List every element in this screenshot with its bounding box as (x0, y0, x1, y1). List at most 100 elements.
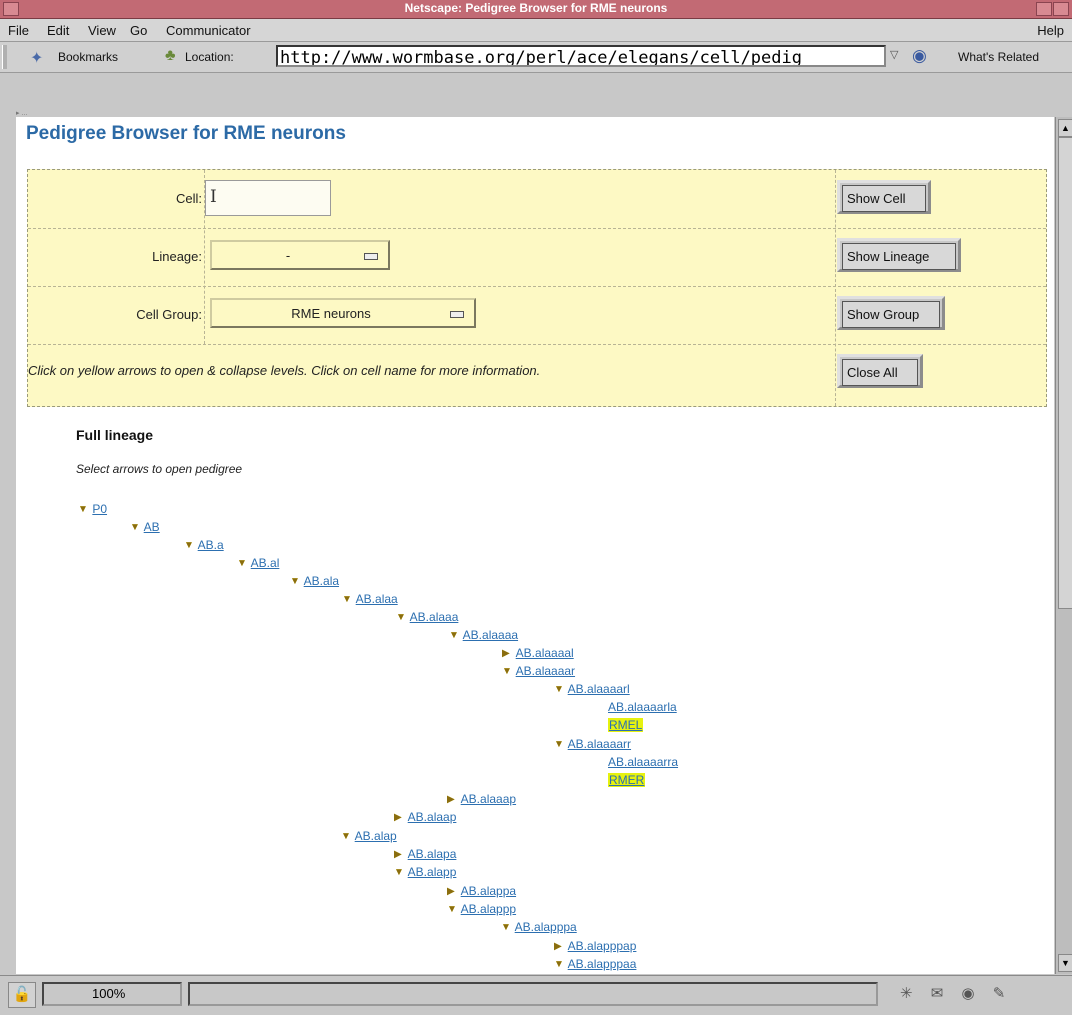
scroll-down-icon[interactable]: ▼ (1058, 954, 1072, 972)
cell-link[interactable]: AB.alap (355, 829, 397, 843)
window-title: Netscape: Pedigree Browser for RME neuro… (404, 1, 668, 15)
cell-link[interactable]: AB.alaaaa (463, 628, 518, 642)
cell-link[interactable]: AB.alappa (461, 884, 516, 898)
maximize-button[interactable] (1053, 2, 1069, 16)
tree-node: ▼ AB.alaaa (396, 610, 458, 624)
expand-arrow-icon[interactable]: ▶ (447, 794, 458, 805)
menu-help[interactable]: Help (1037, 23, 1064, 38)
menu-file[interactable]: File (8, 23, 29, 38)
collapse-arrow-icon[interactable]: ▼ (290, 576, 301, 587)
toolbar-grip[interactable] (2, 45, 7, 69)
composer-icon[interactable]: ✎ (993, 984, 1006, 1002)
cell-link[interactable]: AB (144, 520, 160, 534)
cell-link[interactable]: AB.alaa (356, 592, 398, 606)
collapse-arrow-icon[interactable]: ▼ (449, 630, 460, 641)
cell-link[interactable]: AB.alapppaa (568, 957, 637, 971)
option-menu-icon (364, 253, 378, 260)
lock-icon[interactable]: 🔓 (8, 982, 36, 1008)
tree-node: ▶ AB.alaaap (447, 792, 516, 806)
cell-link[interactable]: AB.alaap (408, 810, 457, 824)
menu-view[interactable]: View (88, 23, 116, 38)
collapse-arrow-icon[interactable]: ▼ (394, 867, 405, 878)
cell-link[interactable]: AB.alaaaarl (568, 682, 630, 696)
cell-link[interactable]: AB.alaaaar (516, 664, 575, 678)
whats-related-button[interactable]: What's Related (958, 50, 1039, 64)
tree-node: ▶ AB.alappa (447, 884, 516, 898)
menu-bar: File Edit View Go Communicator Help (0, 19, 1072, 42)
collapse-arrow-icon[interactable]: ▼ (447, 904, 458, 915)
cell-link[interactable]: AB.al (251, 556, 280, 570)
cell-link[interactable]: AB.alaaaarra (608, 755, 678, 769)
navigator-icon[interactable]: ✳ (900, 984, 913, 1002)
cell-link[interactable]: AB.alaaaal (516, 646, 574, 660)
hint-row: Click on yellow arrows to open & collaps… (28, 344, 1046, 406)
expand-arrow-icon[interactable]: ▶ (502, 648, 513, 659)
close-all-button[interactable]: Close All (837, 354, 923, 388)
cell-link[interactable]: AB.alapppap (568, 939, 637, 953)
tree-node: ▼ AB (130, 520, 160, 534)
url-dropdown-icon[interactable]: ▽ (890, 48, 904, 66)
collapse-arrow-icon[interactable]: ▼ (341, 831, 352, 842)
bookmarks-button[interactable]: Bookmarks (58, 50, 118, 64)
lineage-subheading: Select arrows to open pedigree (76, 462, 243, 476)
collapse-arrow-icon[interactable]: ▼ (237, 558, 248, 569)
mail-icon[interactable]: ✉ (931, 984, 944, 1002)
lineage-select[interactable]: - (210, 240, 390, 270)
lineage-label: Lineage: (152, 249, 202, 264)
bookmarks-icon[interactable]: ✦ (30, 48, 43, 68)
location-label: Location: (185, 50, 234, 64)
status-message (188, 982, 878, 1006)
cell-link[interactable]: AB.alaaaarr (568, 737, 631, 751)
component-bar-icons: ✳ ✉ ◉ ✎ (900, 984, 1019, 1002)
expand-arrow-icon[interactable]: ▶ (394, 849, 405, 860)
cell-link[interactable]: AB.a (198, 538, 224, 552)
cell-link[interactable]: AB.alapp (408, 865, 457, 879)
show-lineage-button[interactable]: Show Lineage (837, 238, 961, 272)
minimize-button[interactable] (1036, 2, 1052, 16)
tree-node: ▼ AB.alaaaar (502, 664, 575, 678)
lineage-heading: Full lineage (76, 427, 154, 443)
scroll-thumb[interactable] (1058, 137, 1072, 609)
cell-link[interactable]: AB.alappp (461, 902, 516, 916)
collapse-arrow-icon[interactable]: ▼ (78, 504, 89, 515)
cell-link[interactable]: RMEL (608, 718, 644, 732)
expand-arrow-icon[interactable]: ▶ (447, 886, 458, 897)
cell-link[interactable]: AB.alaaaarla (608, 700, 677, 714)
tree-node: RMER (608, 773, 646, 787)
show-cell-button[interactable]: Show Cell (837, 180, 931, 214)
whats-related-icon[interactable]: ◉ (912, 46, 927, 66)
cell-link[interactable]: AB.alapppa (515, 920, 577, 934)
window-titlebar: Netscape: Pedigree Browser for RME neuro… (0, 0, 1072, 19)
cell-link[interactable]: AB.alaaap (461, 792, 516, 806)
scroll-up-icon[interactable]: ▲ (1058, 119, 1072, 137)
cell-input[interactable]: I (205, 180, 331, 216)
groups-icon[interactable]: ◉ (962, 984, 975, 1002)
collapse-arrow-icon[interactable]: ▼ (502, 666, 513, 677)
page-content: Pedigree Browser for RME neurons Cell: I… (16, 117, 1054, 974)
expand-arrow-icon[interactable]: ▶ (394, 812, 405, 823)
cell-link[interactable]: AB.alaaa (410, 610, 459, 624)
page-grip: ▸ ... (16, 110, 28, 117)
cell-link[interactable]: AB.alapa (408, 847, 457, 861)
show-group-button[interactable]: Show Group (837, 296, 945, 330)
cell-group-select[interactable]: RME neurons (210, 298, 476, 328)
tree-node: ▼ AB.alaaaa (449, 628, 518, 642)
menu-edit[interactable]: Edit (47, 23, 69, 38)
cell-link[interactable]: P0 (92, 502, 107, 516)
cell-link[interactable]: RMER (608, 773, 646, 787)
collapse-arrow-icon[interactable]: ▼ (501, 922, 512, 933)
cell-row: Cell: I Show Cell (28, 170, 1046, 229)
url-input[interactable]: http://www.wormbase.org/perl/ace/elegans… (276, 45, 886, 67)
collapse-arrow-icon[interactable]: ▼ (396, 612, 407, 623)
collapse-arrow-icon[interactable]: ▼ (554, 959, 565, 970)
menu-go[interactable]: Go (130, 23, 147, 38)
vertical-scrollbar[interactable]: ▲ ▼ (1055, 117, 1072, 974)
collapse-arrow-icon[interactable]: ▼ (554, 684, 565, 695)
menu-communicator[interactable]: Communicator (166, 23, 251, 38)
cell-link[interactable]: AB.ala (304, 574, 339, 588)
collapse-arrow-icon[interactable]: ▼ (184, 540, 195, 551)
collapse-arrow-icon[interactable]: ▼ (130, 522, 141, 533)
collapse-arrow-icon[interactable]: ▼ (342, 594, 353, 605)
collapse-arrow-icon[interactable]: ▼ (554, 739, 565, 750)
expand-arrow-icon[interactable]: ▶ (554, 941, 565, 952)
